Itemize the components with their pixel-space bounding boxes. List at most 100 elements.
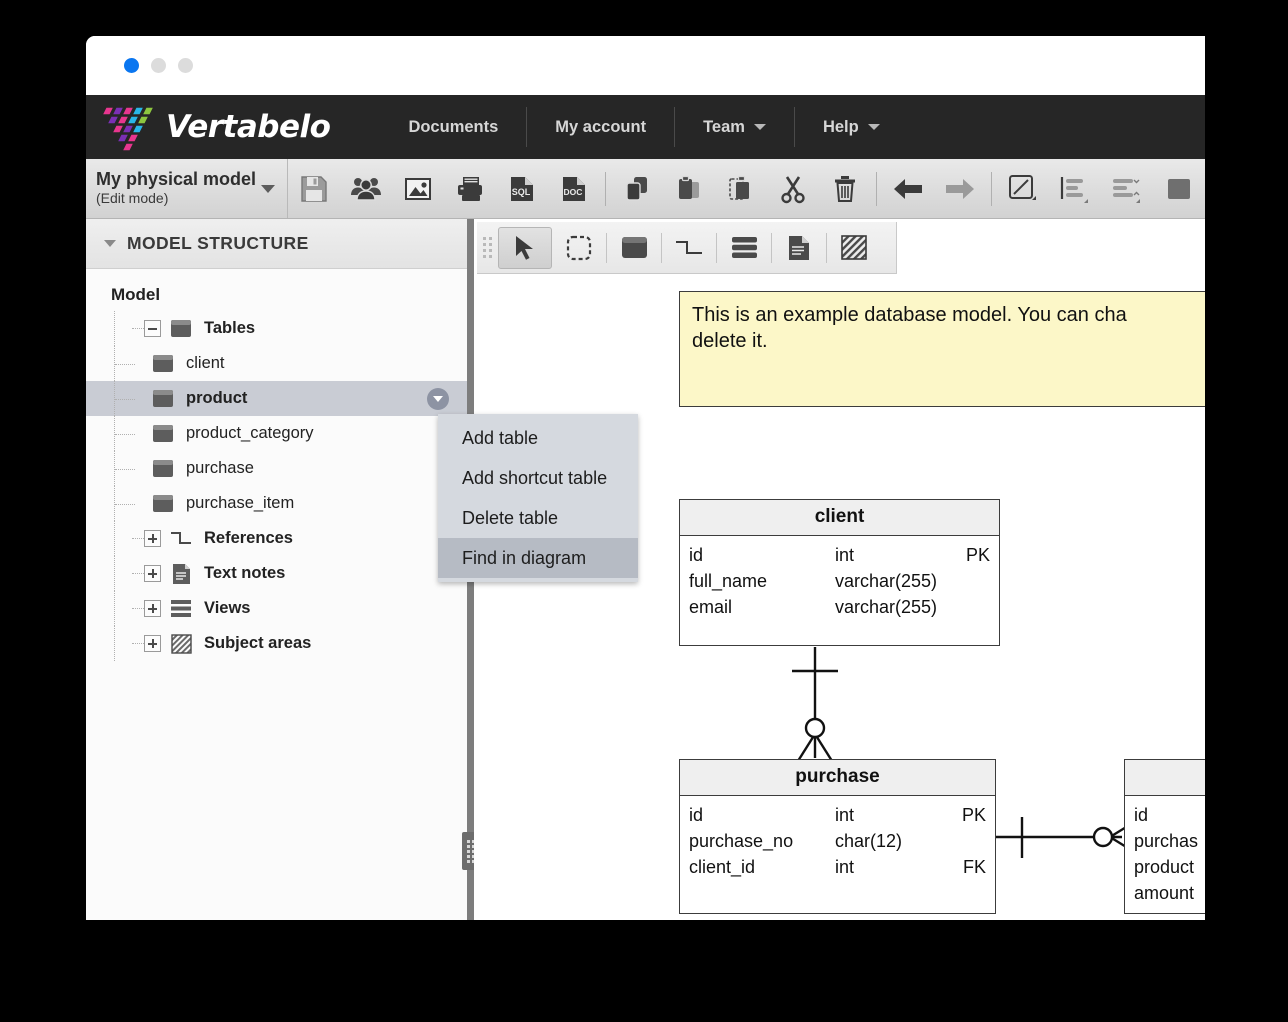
context-menu-delete-table[interactable]: Delete table: [438, 498, 638, 538]
tool-add-table[interactable]: [607, 227, 661, 269]
export-image-icon: [405, 177, 431, 200]
paste-icon: [679, 175, 699, 199]
save-icon: [301, 175, 327, 202]
brand-name: Vertabelo: [166, 109, 331, 145]
table-row[interactable]: id int PK: [689, 542, 990, 568]
nav-item-team[interactable]: Team: [675, 107, 795, 147]
tree-toggle-plus-icon[interactable]: [144, 565, 161, 582]
undo-button[interactable]: [882, 159, 934, 218]
tree-toggle-plus-icon[interactable]: [144, 530, 161, 547]
tool-pointer-select[interactable]: [498, 226, 552, 269]
table-row[interactable]: id: [1134, 802, 1205, 828]
align-button[interactable]: [1049, 159, 1101, 218]
export-sql-button[interactable]: SQL: [496, 159, 548, 218]
tool-add-subject-area[interactable]: [827, 227, 881, 269]
model-structure-header[interactable]: MODEL STRUCTURE: [86, 219, 467, 269]
table-row[interactable]: purchas: [1134, 828, 1205, 854]
table-header: client: [680, 500, 999, 536]
tree-item-purchase-item[interactable]: purchase_item: [86, 486, 467, 521]
context-menu-add-table[interactable]: Add table: [438, 418, 638, 458]
tool-add-note[interactable]: [772, 227, 826, 269]
diagram-table-purchase-item[interactable]: id purchas product amount: [1124, 759, 1205, 914]
tree-item-label: References: [204, 529, 293, 547]
tree-guide: [86, 381, 150, 416]
diagram-toolbar: [477, 222, 897, 274]
column-key: [950, 594, 990, 620]
tool-add-reference[interactable]: [662, 227, 716, 269]
tree-guide: [86, 346, 150, 381]
traffic-light-maximize-icon[interactable]: [178, 58, 193, 73]
table-columns: id int PK full_name varchar(255) email v…: [680, 536, 999, 632]
context-menu-find-in-diagram[interactable]: Find in diagram: [438, 538, 638, 578]
column-key: FK: [962, 857, 986, 878]
tree-toggle-plus-icon[interactable]: [144, 600, 161, 617]
nav-item-help[interactable]: Help: [795, 107, 908, 147]
tree-item-text-notes[interactable]: Text notes: [86, 556, 467, 591]
tree-item-product[interactable]: product: [86, 381, 467, 416]
column-key: PK: [961, 805, 986, 825]
nav-item-label: Team: [703, 117, 745, 136]
tree-item-purchase[interactable]: purchase: [86, 451, 467, 486]
cut-button[interactable]: [767, 159, 819, 218]
nav-item-documents[interactable]: Documents: [380, 107, 528, 147]
column-name: product: [1134, 857, 1195, 878]
model-structure-panel: MODEL STRUCTURE Model Tables client prod…: [86, 219, 638, 920]
table-row[interactable]: amount: [1134, 880, 1205, 906]
table-icon: [150, 494, 176, 513]
table-row[interactable]: product: [1134, 854, 1205, 880]
tree-item-product-category[interactable]: product_category: [86, 416, 467, 451]
redo-button[interactable]: [934, 159, 986, 218]
column-type: int: [835, 545, 855, 565]
traffic-light-close-icon[interactable]: [124, 58, 139, 73]
tree-toggle-plus-icon[interactable]: [144, 635, 161, 652]
copy-button[interactable]: [611, 159, 663, 218]
nav-item-my-account[interactable]: My account: [527, 107, 676, 147]
tree-item-context-menu-button[interactable]: [427, 387, 449, 410]
save-button[interactable]: [288, 159, 340, 218]
tree-item-views[interactable]: Views: [86, 591, 467, 626]
print-button[interactable]: [444, 159, 496, 218]
paste-button[interactable]: [663, 159, 715, 218]
tree-item-subject-areas[interactable]: Subject areas: [86, 626, 467, 661]
line-style-icon: [1009, 174, 1036, 200]
line-style-button[interactable]: [997, 159, 1049, 218]
tree-item-references[interactable]: References: [86, 521, 467, 556]
table-row[interactable]: id int PK: [689, 802, 986, 828]
brand-logo[interactable]: Vertabelo: [100, 99, 331, 155]
toolbar-divider: [876, 171, 877, 206]
table-row[interactable]: full_name varchar(255): [689, 568, 990, 594]
export-image-button[interactable]: [392, 159, 444, 218]
context-menu-add-shortcut-table[interactable]: Add shortcut table: [438, 458, 638, 498]
table-icon: [168, 319, 194, 338]
table-row[interactable]: client_id int FK: [689, 854, 986, 880]
table-header: [1125, 760, 1205, 796]
model-selector[interactable]: My physical model (Edit mode): [86, 159, 288, 218]
tree-item-client[interactable]: client: [86, 346, 467, 381]
diagram-table-purchase[interactable]: purchase id int PK purchase_no char(12): [679, 759, 996, 914]
toolbar-divider: [991, 171, 992, 206]
share-button[interactable]: [340, 159, 392, 218]
nav-item-label: Help: [822, 117, 859, 136]
tree-item-tables[interactable]: Tables: [86, 311, 467, 346]
table-row[interactable]: purchase_no char(12): [689, 828, 986, 854]
tool-marquee-select[interactable]: [552, 227, 606, 269]
delete-button[interactable]: [819, 159, 871, 218]
export-doc-button[interactable]: DOC: [548, 159, 600, 218]
tree-guide: [86, 556, 132, 591]
tree-item-label: Text notes: [204, 564, 286, 582]
distribute-button[interactable]: [1101, 159, 1153, 218]
paste-special-button[interactable]: [715, 159, 767, 218]
column-name: full_name: [689, 571, 768, 592]
tree-item-label: product: [186, 389, 248, 407]
more-tools-button[interactable]: [1153, 159, 1205, 218]
table-row[interactable]: email varchar(255): [689, 594, 990, 620]
undo-arrow-icon: [894, 178, 922, 199]
tool-add-view[interactable]: [717, 227, 771, 269]
paste-special-icon: [729, 175, 749, 200]
traffic-light-minimize-icon[interactable]: [151, 58, 166, 73]
diagram-table-client[interactable]: client id int PK full_name varchar(255): [679, 499, 1000, 646]
tree-toggle-minus-icon[interactable]: [144, 320, 161, 337]
add-table-icon: [621, 237, 647, 258]
toolbar-drag-handle[interactable]: [480, 229, 494, 267]
diagram-text-note[interactable]: This is an example database model. You c…: [679, 291, 1205, 407]
